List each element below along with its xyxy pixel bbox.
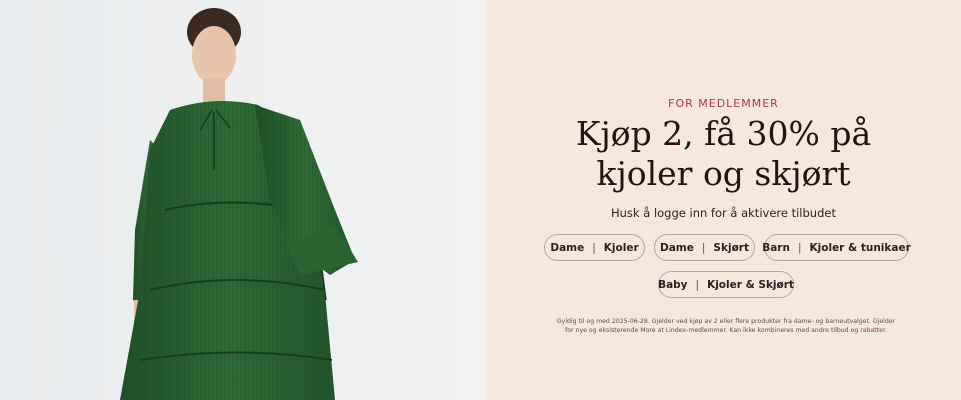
hero-image[interactable] [0,0,486,400]
headline-line-2: kjoler og skjørt [596,154,851,193]
button-category: Barn [762,241,790,254]
eyebrow-label: FOR MEDLEMMER [668,97,779,110]
promo-headline: Kjøp 2, få 30% på kjoler og skjørt [486,114,961,194]
dame-kjoler-button[interactable]: Dame | Kjoler [544,234,645,261]
terms-fineprint: Gyldig til og med 2025-06-28. Gjelder ve… [556,317,896,335]
headline-line-1: Kjøp 2, få 30% på [575,114,872,153]
button-product: Kjoler & tunikaer [809,241,911,254]
model-photo [0,0,486,400]
fineprint-line-1: Gyldig til og med 2025-06-28. Gjelder ve… [556,318,896,325]
dame-skjort-button[interactable]: Dame | Skjørt [654,234,755,261]
button-product: Kjoler [603,241,639,254]
login-reminder: Husk å logge inn for å aktivere tilbudet [611,206,836,220]
button-product: Skjørt [713,241,749,254]
promo-banner: FOR MEDLEMMER Kjøp 2, få 30% på kjoler o… [0,0,961,400]
barn-kjoler-tunikaer-button[interactable]: Barn | Kjoler & tunikaer [762,234,911,261]
button-category: Dame [660,241,694,254]
separator: | [695,278,700,291]
button-category: Dame [550,241,585,254]
button-product: Kjoler & Skjørt [707,278,794,291]
promo-panel: FOR MEDLEMMER Kjøp 2, få 30% på kjoler o… [486,0,961,400]
button-category: Baby [658,278,688,291]
separator: | [797,241,802,254]
separator: | [701,241,706,254]
fineprint-line-2: for nye og eksisterende More at Lindex-m… [565,327,887,334]
baby-kjoler-skjort-button[interactable]: Baby | Kjoler & Skjørt [658,271,794,298]
separator: | [592,241,596,254]
